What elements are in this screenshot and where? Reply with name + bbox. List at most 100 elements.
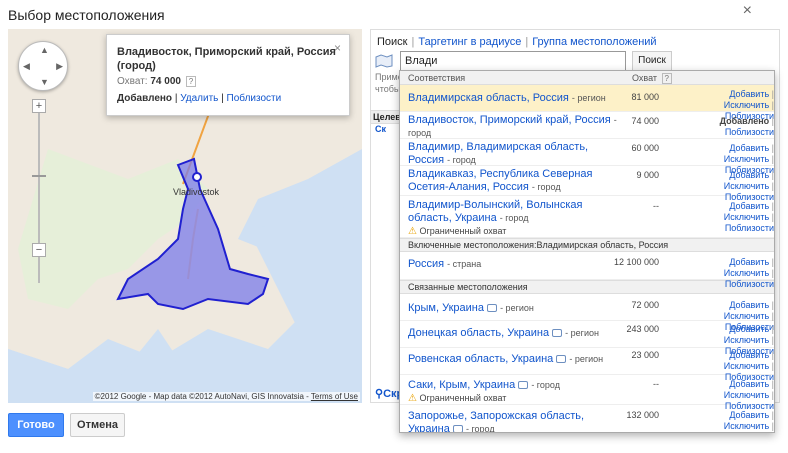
add-link[interactable]: Добавить	[729, 89, 769, 99]
help-icon[interactable]: ?	[185, 76, 197, 87]
add-link[interactable]: Добавить	[729, 300, 769, 310]
location-name[interactable]: Владикавказ, Республика Северная Осетия-…	[408, 168, 592, 193]
panel-tabs: Поиск | Таргетинг в радиусе | Группа местопо…	[377, 36, 657, 48]
add-link[interactable]: Добавить	[729, 379, 769, 389]
list-item[interactable]: Крым, Украина - регион 72 000 Добавить |…	[400, 294, 774, 332]
reach-header: Охват ?	[632, 73, 672, 84]
location-name[interactable]: Владивосток, Приморский край, Россия	[408, 114, 611, 126]
tab-radius[interactable]: Таргетинг в радиусе	[418, 36, 521, 48]
terms-link[interactable]: Terms of Use	[311, 392, 358, 401]
location-type: - город	[531, 380, 560, 390]
cancel-button[interactable]: Отмена	[70, 413, 125, 437]
comment-icon	[518, 381, 529, 390]
add-link[interactable]: Добавить	[729, 410, 769, 420]
location-name[interactable]: Ровенская область, Украина	[408, 353, 553, 365]
location-name[interactable]: Крым, Украина	[408, 302, 484, 314]
comment-icon	[556, 355, 567, 364]
reach-value: 81 000	[631, 92, 659, 102]
pan-up-icon[interactable]: ▲	[40, 45, 49, 55]
list-item[interactable]: Владивосток, Приморский край, Россия - г…	[400, 112, 774, 139]
location-name[interactable]: Владимирская область, Россия	[408, 92, 569, 104]
location-type: - город	[531, 182, 561, 192]
info-bubble: × Владивосток, Приморский край, Россия (…	[106, 34, 350, 116]
nearby-link[interactable]: Поблизости	[725, 127, 774, 137]
location-type: - регион	[565, 328, 599, 338]
warning-icon: ⚠	[408, 226, 417, 237]
list-item[interactable]: Россия - страна 12 100 000 Добавить | Ис…	[400, 252, 774, 289]
exclude-link[interactable]: Исключить	[724, 421, 769, 431]
search-button[interactable]: Поиск	[632, 51, 672, 71]
add-link[interactable]: Добавить	[729, 257, 769, 267]
reach-value: 23 000	[631, 350, 659, 360]
tab-search[interactable]: Поиск	[377, 36, 407, 48]
location-name[interactable]: Запорожье, Запорожская область, Украина	[408, 410, 584, 432]
list-item[interactable]: Владимир-Волынский, Волынская область, У…	[400, 196, 774, 238]
list-item[interactable]: Владимирская область, Россия - регион 81…	[400, 85, 774, 121]
reach-value: 243 000	[626, 324, 659, 334]
hide-link[interactable]: Ск	[375, 124, 386, 134]
pan-down-icon[interactable]: ▼	[40, 77, 49, 87]
zoom-out-button[interactable]: −	[32, 243, 46, 257]
exclude-link[interactable]: Исключить	[724, 154, 769, 164]
list-item[interactable]: Донецкая область, Украина - регион 243 0…	[400, 321, 774, 356]
add-link[interactable]: Добавить	[729, 324, 769, 334]
nearby-link[interactable]: Поблизости	[725, 223, 774, 233]
comment-icon	[452, 425, 463, 432]
add-link[interactable]: Добавить	[729, 143, 769, 153]
list-item[interactable]: Запорожье, Запорожская область, Украина …	[400, 405, 774, 433]
exclude-link[interactable]: Исключить	[724, 390, 769, 400]
bubble-close-icon[interactable]: ×	[334, 41, 341, 55]
dialog-title: Выбор местоположения	[8, 7, 165, 23]
warning-icon: ⚠	[408, 393, 417, 404]
tab-location-group[interactable]: Группа местоположений	[532, 36, 656, 48]
location-name[interactable]: Донецкая область, Украина	[408, 327, 549, 339]
zoom-in-button[interactable]: +	[32, 99, 46, 113]
added-label: Добавлено	[117, 93, 173, 104]
location-type: - регион	[571, 93, 606, 103]
add-link[interactable]: Добавить	[729, 170, 769, 180]
add-link[interactable]: Добавить	[729, 201, 769, 211]
map-city-label: Vladivostok	[173, 187, 220, 197]
exclude-link[interactable]: Исключить	[724, 361, 769, 371]
exclude-link[interactable]: Исключить	[724, 311, 769, 321]
pan-right-icon[interactable]: ▶	[56, 61, 63, 72]
exclude-link[interactable]: Исключить	[724, 100, 769, 110]
location-type: - город	[447, 155, 476, 165]
reach-value: --	[653, 379, 659, 389]
map-pin-icon	[375, 54, 393, 68]
reach-value: 72 000	[631, 300, 659, 310]
added-label: Добавлено	[719, 116, 770, 126]
add-link[interactable]: Добавить	[729, 350, 769, 360]
bubble-title: Владивосток, Приморский край, Россия (го…	[117, 46, 336, 72]
list-item[interactable]: Саки, Крым, Украина - город ⚠ Ограниченны…	[400, 375, 774, 411]
hint-text-2: чтобы	[375, 84, 401, 94]
location-type: - регион	[500, 303, 534, 313]
list-item[interactable]: Владикавказ, Республика Северная Осетия-…	[400, 166, 774, 202]
pan-left-icon[interactable]: ◀	[23, 61, 30, 72]
reach-value: 9 000	[636, 170, 659, 180]
help-icon[interactable]: ?	[661, 73, 672, 84]
pan-control[interactable]: ▲ ▼ ◀ ▶	[18, 41, 68, 91]
bubble-reach: Охват: 74 000 ?	[117, 76, 339, 87]
exclude-link[interactable]: Исключить	[724, 212, 769, 222]
location-type: - страна	[447, 259, 482, 269]
exclude-link[interactable]: Исключить	[724, 181, 769, 191]
exclude-link[interactable]: Исключить	[724, 268, 769, 278]
done-button[interactable]: Готово	[8, 413, 64, 437]
zoom-handle[interactable]	[32, 175, 46, 177]
reach-value: 74 000	[631, 116, 659, 126]
location-name[interactable]: Саки, Крым, Украина	[408, 379, 515, 391]
location-search-input[interactable]	[400, 51, 626, 71]
suggestions-dropdown: Соответствия Охват ? Владимирская област…	[399, 70, 775, 433]
exclude-link[interactable]: Исключить	[724, 335, 769, 345]
nearby-link[interactable]: Поблизости	[227, 93, 282, 104]
close-icon[interactable]: ×	[743, 2, 752, 20]
list-item[interactable]: Владимир, Владимирская область, Россия -…	[400, 139, 774, 175]
location-name[interactable]: Владимир-Волынский, Волынская область, У…	[408, 199, 583, 224]
location-name[interactable]: Владимир, Владимирская область, Россия	[408, 141, 588, 166]
location-name[interactable]: Россия	[408, 258, 444, 270]
nearby-link[interactable]: Поблизости	[725, 279, 774, 289]
nearby-link[interactable]: Поблизости	[725, 432, 774, 433]
list-item[interactable]: Ровенская область, Украина - регион 23 0…	[400, 348, 774, 382]
remove-link[interactable]: Удалить	[180, 93, 218, 104]
